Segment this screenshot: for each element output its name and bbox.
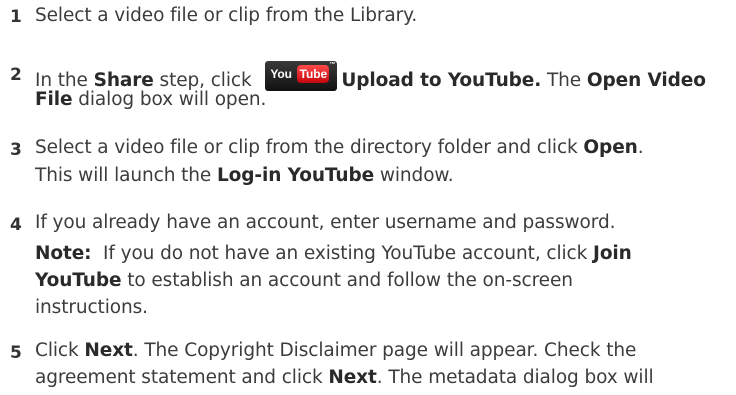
join-youtube-label-cont: YouTube	[35, 270, 122, 291]
step-number-4: 4	[10, 215, 22, 235]
step-4-note-line-1: Note: If you do not have an existing You…	[35, 243, 632, 264]
next-label-2: Next	[328, 367, 377, 388]
step-2-line-2: File dialog box will open.	[35, 89, 267, 110]
open-video-label: Open Video	[586, 70, 706, 91]
log-in-youtube-label: Log-in YouTube	[216, 165, 375, 186]
step-4-line-1: If you already have an account, enter us…	[35, 212, 616, 233]
step-5-line-1: Click Next. The Copyright Disclaimer pag…	[35, 340, 637, 361]
join-youtube-label: Join	[593, 243, 632, 264]
step-number-2: 2	[10, 65, 22, 85]
step-3-line-2: This will launch the Log-in YouTube wind…	[35, 165, 454, 186]
step-number-5: 5	[10, 343, 22, 363]
step-number-3: 3	[10, 140, 22, 160]
next-label-1: Next	[84, 340, 133, 361]
step-1-text: Select a video file or clip from the Lib…	[35, 5, 418, 26]
step-2-line-1: In the Share step, click You Tube ™ Upload …	[35, 61, 706, 91]
step-3-line-1: Select a video file or clip from the dir…	[35, 137, 644, 158]
file-label: File	[35, 89, 73, 110]
step-number-1: 1	[10, 7, 22, 27]
note-label: Note:	[35, 243, 92, 264]
step-4-note-line-3: instructions.	[35, 297, 148, 318]
share-label: Share	[93, 70, 154, 91]
youtube-logo-icon: You Tube ™	[265, 61, 338, 91]
open-label: Open	[583, 137, 638, 158]
upload-to-youtube-label: Upload to YouTube.	[341, 70, 542, 91]
step-4-note-line-2: YouTube to establish an account and foll…	[35, 270, 573, 291]
step-5-line-2: agreement statement and click Next. The …	[35, 367, 654, 388]
